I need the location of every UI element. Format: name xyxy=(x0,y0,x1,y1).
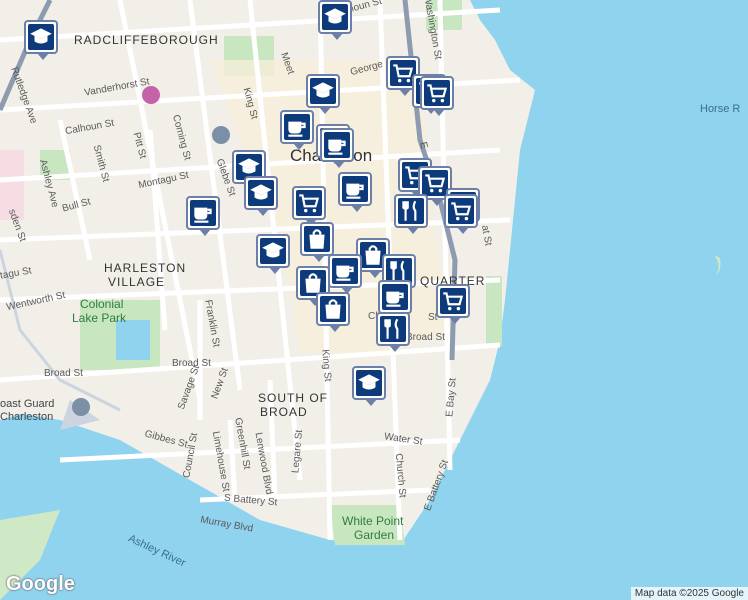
cafe-marker[interactable] xyxy=(320,128,354,168)
restaurant-icon xyxy=(398,198,424,224)
cafe-marker[interactable] xyxy=(378,280,412,320)
school-icon xyxy=(356,370,382,396)
shopping-icon xyxy=(320,296,346,322)
school-marker[interactable] xyxy=(318,0,352,40)
school-icon xyxy=(260,238,286,264)
cafe-icon xyxy=(284,114,310,140)
grocery-icon xyxy=(448,198,474,224)
park-label-colonial: Colonial xyxy=(80,297,124,311)
area-label-radcliffeborough: RADCLIFFEBOROUGH xyxy=(74,33,219,47)
school-marker[interactable] xyxy=(306,74,340,114)
restaurant-icon xyxy=(380,316,406,342)
grocery-icon xyxy=(422,170,448,196)
cafe-icon xyxy=(382,284,408,310)
park-label-garden: Garden xyxy=(354,528,395,542)
map-credit: Map data ©2025 Google xyxy=(630,587,748,600)
area-label-south-of: SOUTH OF xyxy=(258,391,328,405)
place-label-coast-guard-charleston: Charleston xyxy=(0,411,54,423)
school-icon xyxy=(310,78,336,104)
school-icon xyxy=(248,180,274,206)
street-label-broad-w: Broad St xyxy=(44,368,83,379)
shopping-icon xyxy=(304,226,330,252)
street-label-broad-e: Broad St xyxy=(406,332,445,343)
grocery-icon xyxy=(296,190,322,216)
google-logo: Google xyxy=(6,573,75,595)
school-icon xyxy=(28,24,54,50)
cafe-icon xyxy=(324,132,350,158)
museum-icon[interactable] xyxy=(142,86,160,104)
cafe-marker[interactable] xyxy=(280,110,314,150)
restaurant-marker[interactable] xyxy=(376,312,410,352)
school-marker[interactable] xyxy=(24,20,58,60)
cafe-marker[interactable] xyxy=(338,172,372,212)
school-marker[interactable] xyxy=(244,176,278,216)
park-label-white-point: White Point xyxy=(342,514,404,528)
park-label-lake-park: Lake Park xyxy=(72,311,127,325)
grocery-marker[interactable] xyxy=(420,76,454,116)
place-of-worship-icon[interactable] xyxy=(212,126,230,144)
cafe-marker[interactable] xyxy=(328,254,362,294)
grocery-marker[interactable] xyxy=(444,194,478,234)
area-label-harleston: HARLESTON xyxy=(104,261,187,275)
area-label-village: VILLAGE xyxy=(108,275,166,289)
grocery-icon xyxy=(440,288,466,314)
waterfront-park xyxy=(486,276,502,346)
place-label-coast-guard: oast Guard xyxy=(0,398,55,410)
area-label-broad: BROAD xyxy=(260,405,308,419)
grocery-icon xyxy=(424,80,450,106)
water-label-horse: Horse R xyxy=(700,103,741,115)
cafe-icon xyxy=(332,258,358,284)
shopping-marker[interactable] xyxy=(300,222,334,262)
grocery-marker[interactable] xyxy=(292,186,326,226)
school-icon xyxy=(322,4,348,30)
cafe-marker[interactable] xyxy=(186,196,220,236)
school-marker[interactable] xyxy=(256,234,290,274)
shopping-marker[interactable] xyxy=(316,292,350,332)
cafe-icon xyxy=(342,176,368,202)
grocery-marker[interactable] xyxy=(436,284,470,324)
restaurant-marker[interactable] xyxy=(394,194,428,234)
school-marker[interactable] xyxy=(352,366,386,406)
landmark-icon[interactable] xyxy=(72,398,90,416)
colonial-lake xyxy=(116,320,150,360)
cafe-icon xyxy=(190,200,216,226)
